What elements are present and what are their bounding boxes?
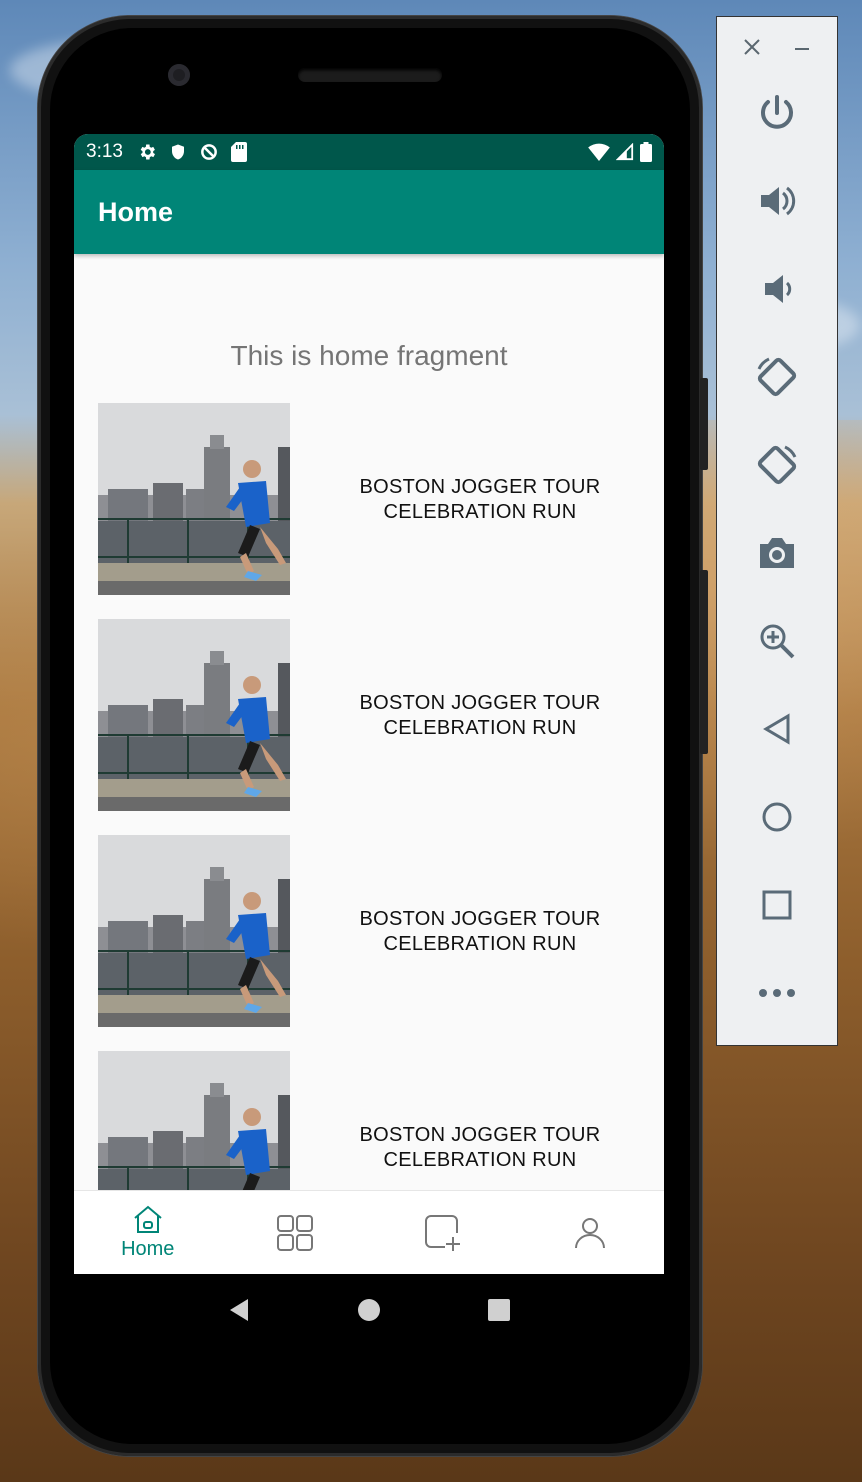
list-item-title: BOSTON JOGGER TOUR CELEBRATION RUN — [330, 475, 630, 525]
back-icon[interactable] — [717, 699, 837, 759]
list-item[interactable]: BOSTON JOGGER TOUR CELEBRATION RUN — [98, 403, 640, 595]
list-item-title: BOSTON JOGGER TOUR CELEBRATION RUN — [330, 691, 630, 741]
front-camera — [168, 64, 190, 86]
emulator-toolbar — [716, 16, 838, 1046]
list-item-title-line2: CELEBRATION RUN — [383, 933, 577, 955]
list-item-image — [98, 619, 290, 811]
camera-icon[interactable] — [717, 523, 837, 583]
device-volume-button — [700, 570, 708, 754]
status-bar: 3:13 — [74, 134, 664, 170]
grid-icon — [277, 1214, 314, 1251]
home-button-icon[interactable] — [356, 1297, 382, 1323]
home-icon[interactable] — [717, 787, 837, 847]
sd-card-icon — [230, 142, 247, 162]
list-item-title: BOSTON JOGGER TOUR CELEBRATION RUN — [330, 1123, 630, 1173]
device-screen: 3:13 Home This is home fragment BOSTON J… — [74, 134, 664, 1274]
home-icon — [134, 1205, 162, 1233]
nav-item-add[interactable] — [369, 1191, 517, 1274]
list-item-title: BOSTON JOGGER TOUR CELEBRATION RUN — [330, 907, 630, 957]
settings-icon — [140, 144, 155, 160]
volume-down-icon[interactable] — [717, 259, 837, 319]
status-time: 3:13 — [86, 141, 123, 162]
system-navigation-bar — [74, 1274, 664, 1346]
power-icon[interactable] — [717, 83, 837, 143]
cell-signal-icon — [616, 143, 634, 161]
rotate-right-icon[interactable] — [717, 435, 837, 495]
earpiece-speaker — [298, 68, 442, 82]
list-item[interactable]: BOSTON JOGGER TOUR CELEBRATION RUN — [98, 835, 640, 1027]
list-item-title-line2: CELEBRATION RUN — [383, 717, 577, 739]
list-item-image — [98, 1051, 290, 1190]
list-item-image — [98, 403, 290, 595]
nav-item-home-label: Home — [121, 1238, 175, 1260]
app-bar-title: Home — [98, 196, 174, 227]
back-icon[interactable] — [226, 1297, 252, 1323]
bottom-navigation: Home — [74, 1190, 664, 1274]
person-icon — [575, 1217, 606, 1248]
app-bar: Home — [74, 170, 664, 254]
nav-item-home[interactable]: Home — [74, 1191, 222, 1274]
list-item-title-line1: BOSTON JOGGER TOUR — [359, 908, 601, 930]
add-square-icon — [424, 1214, 460, 1251]
list-item[interactable]: BOSTON JOGGER TOUR CELEBRATION RUN — [98, 1051, 640, 1190]
list-item-title-line1: BOSTON JOGGER TOUR — [359, 692, 601, 714]
list-item-title-line1: BOSTON JOGGER TOUR — [359, 476, 601, 498]
list-item-image — [98, 835, 290, 1027]
overview-icon[interactable] — [717, 875, 837, 935]
shield-icon — [171, 144, 184, 160]
minimize-icon[interactable] — [793, 35, 811, 73]
battery-icon — [640, 142, 652, 162]
zoom-icon[interactable] — [717, 611, 837, 671]
list-item-title-line1: BOSTON JOGGER TOUR — [359, 1124, 601, 1146]
nav-item-grid[interactable] — [222, 1191, 370, 1274]
list-item[interactable]: BOSTON JOGGER TOUR CELEBRATION RUN — [98, 619, 640, 811]
list-item-title-line2: CELEBRATION RUN — [383, 1149, 577, 1171]
list-item-title-line2: CELEBRATION RUN — [383, 501, 577, 523]
close-icon[interactable] — [743, 35, 761, 73]
wifi-icon — [588, 143, 610, 161]
fragment-text: This is home fragment — [230, 340, 508, 371]
data-saver-icon — [201, 144, 217, 160]
more-icon[interactable] — [717, 963, 837, 1023]
volume-up-icon[interactable] — [717, 171, 837, 231]
device-side-button — [700, 378, 708, 470]
overview-icon[interactable] — [486, 1297, 512, 1323]
home-fragment[interactable]: This is home fragment BOSTON JOGGER TOUR… — [74, 254, 664, 1190]
nav-item-profile[interactable] — [517, 1191, 665, 1274]
rotate-left-icon[interactable] — [717, 347, 837, 407]
